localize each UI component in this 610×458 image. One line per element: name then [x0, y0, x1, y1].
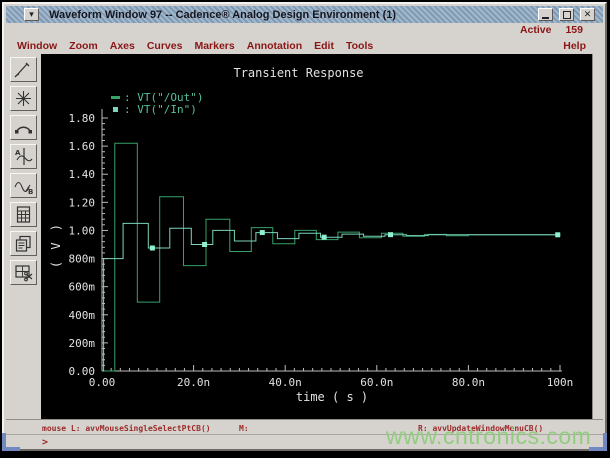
trace-in	[102, 223, 560, 371]
tick-label: 1.40	[69, 168, 96, 181]
data-point-marker	[322, 235, 327, 240]
close-button[interactable]: ✕	[580, 8, 595, 21]
tick-label: 20.0n	[177, 376, 210, 389]
menu-edit[interactable]: Edit	[314, 40, 334, 52]
calculator-icon	[12, 205, 35, 224]
toolbar-button-slice-window[interactable]	[10, 260, 37, 285]
maximize-icon	[563, 11, 571, 19]
trace-out	[102, 143, 560, 371]
probe-pen-icon	[12, 60, 35, 79]
active-count: 159	[565, 24, 583, 36]
tick-label: 1.00	[69, 224, 96, 237]
active-status-row: Active 159	[6, 23, 603, 37]
data-point-marker	[388, 232, 393, 237]
close-icon: ✕	[584, 9, 592, 19]
tick-label: 1.60	[69, 140, 96, 153]
screen: ▾ Waveform Window 97 -- Cadence® Analog …	[0, 0, 610, 458]
tick-label: 80.0n	[452, 376, 485, 389]
copy-window-icon	[12, 234, 35, 253]
toolbar-button-vertical-marker[interactable]: A	[10, 144, 37, 169]
chevron-down-icon: ▾	[29, 9, 34, 19]
zoom-star-icon	[12, 89, 35, 108]
tick-label: 1.20	[69, 196, 96, 209]
data-point-marker	[260, 230, 265, 235]
tick-label: 1.80	[69, 112, 96, 125]
minimize-button[interactable]	[538, 8, 553, 21]
resize-corner-bottom-right[interactable]	[589, 433, 607, 451]
toolbar-button-calculator[interactable]	[10, 202, 37, 227]
left-toolbar: A B	[6, 54, 41, 419]
pan-arc-icon	[12, 118, 35, 137]
toolbar-button-copy-window[interactable]	[10, 231, 37, 256]
data-point-marker	[202, 242, 207, 247]
status-mouse-middle: M:	[239, 424, 249, 433]
window-controls: ✕	[538, 8, 595, 21]
window-menu-button[interactable]: ▾	[24, 8, 39, 21]
waveform-window: ▾ Waveform Window 97 -- Cadence® Analog …	[2, 2, 607, 451]
menu-help[interactable]: Help	[563, 40, 586, 52]
toolbar-button-horizontal-marker[interactable]: B	[10, 173, 37, 198]
menu-axes[interactable]: Axes	[110, 40, 135, 52]
toolbar-button-probe[interactable]	[10, 57, 37, 82]
toolbar-button-zoom-star[interactable]	[10, 86, 37, 111]
svg-text:B: B	[28, 188, 33, 195]
tick-label: 200m	[69, 337, 96, 350]
data-point-marker	[555, 232, 560, 237]
toolbar-button-pan-arc[interactable]	[10, 115, 37, 140]
menu-annotation[interactable]: Annotation	[247, 40, 302, 52]
main-content: A B Transient Response	[6, 54, 603, 419]
vertical-marker-a-icon: A	[12, 147, 35, 166]
watermark-text: www.cntronics.com	[386, 423, 591, 450]
active-label: Active	[520, 24, 552, 36]
menu-zoom[interactable]: Zoom	[69, 40, 98, 52]
tick-label: 40.0n	[269, 376, 302, 389]
menu-markers[interactable]: Markers	[194, 40, 234, 52]
menu-bar: Window Zoom Axes Curves Markers Annotati…	[6, 37, 603, 54]
window-title: Waveform Window 97 -- Cadence® Analog De…	[49, 9, 396, 21]
tick-label: 100n	[547, 376, 574, 389]
waveform-canvas[interactable]: 0.0020.0n40.0n60.0n80.0n100n0.00200m400m…	[41, 54, 597, 419]
tick-label: 400m	[69, 309, 96, 322]
window-scissors-icon	[12, 263, 35, 282]
prompt-symbol: >	[42, 437, 48, 448]
title-bar[interactable]: ▾ Waveform Window 97 -- Cadence® Analog …	[6, 6, 603, 23]
status-mouse-left: mouse L: avvMouseSingleSelectPtCB()	[42, 424, 211, 433]
tick-label: 60.0n	[360, 376, 393, 389]
menu-window[interactable]: Window	[17, 40, 57, 52]
resize-corner-bottom-left[interactable]	[2, 433, 20, 451]
tick-label: 600m	[69, 281, 96, 294]
menu-tools[interactable]: Tools	[346, 40, 373, 52]
menu-curves[interactable]: Curves	[147, 40, 183, 52]
tick-label: 0.00	[69, 365, 96, 378]
waveform-marker-b-icon: B	[12, 176, 35, 195]
x-axis-label: time ( s )	[102, 390, 562, 404]
plot-area[interactable]: Transient Response : VT("/Out") : VT("/I…	[41, 54, 592, 419]
minimize-icon	[542, 17, 549, 19]
tick-label: 800m	[69, 253, 96, 266]
maximize-button[interactable]	[559, 8, 574, 21]
data-point-marker	[150, 246, 155, 251]
